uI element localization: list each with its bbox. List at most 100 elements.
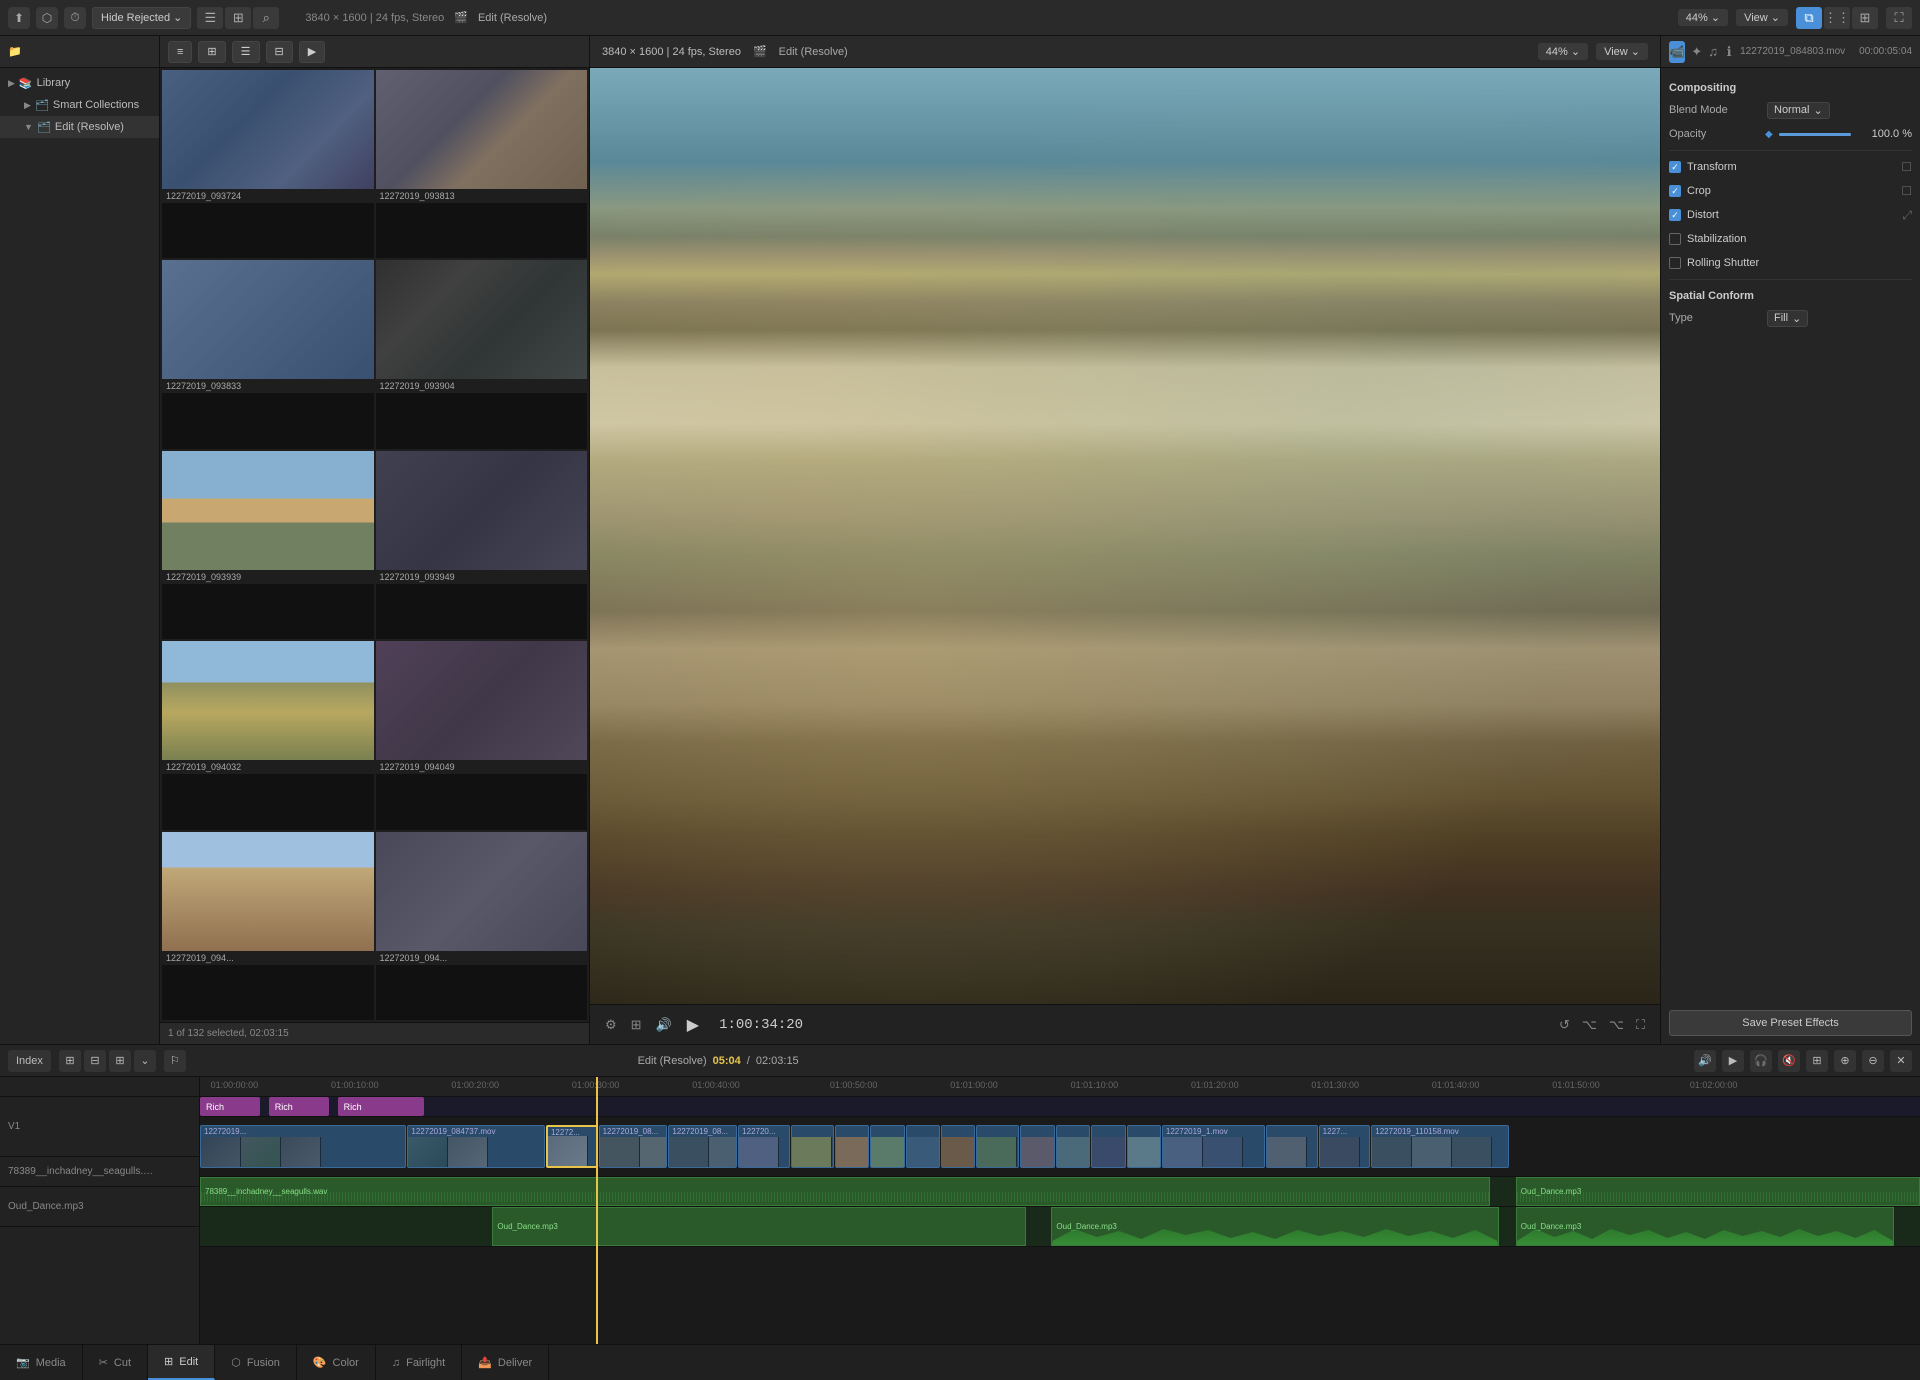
save-preset-btn[interactable]: Save Preset Effects <box>1669 1010 1912 1036</box>
zoom-level-btn[interactable]: 44% ⌄ <box>1678 9 1728 26</box>
clip-item[interactable]: 12272019_094032 <box>162 641 374 829</box>
video-clip[interactable] <box>906 1125 940 1168</box>
viewer-zoom-btn[interactable]: 44% ⌄ <box>1538 43 1588 60</box>
library-item[interactable]: ▶ 📚 Library <box>0 72 159 94</box>
tl-view-btn2[interactable]: ⊟ <box>84 1050 106 1072</box>
fullscreen-icon[interactable]: ⛶ <box>1633 1014 1648 1036</box>
index-btn[interactable]: Index <box>8 1050 51 1072</box>
tl-dropdown-btn[interactable]: ⌄ <box>134 1050 156 1072</box>
tab-color[interactable]: 🎨 Color <box>297 1345 376 1380</box>
distort-checkbox[interactable]: ✓ <box>1669 209 1681 221</box>
clip-item[interactable]: 12272019_094049 <box>376 641 588 829</box>
smart-collections-item[interactable]: ▶ 🗂 Smart Collections <box>0 94 159 116</box>
crop-checkbox[interactable]: ✓ <box>1669 185 1681 197</box>
transform-btn[interactable]: ⊞ <box>1852 7 1878 29</box>
tab-deliver[interactable]: 📤 Deliver <box>462 1345 549 1380</box>
loop-icon[interactable]: ↺ <box>1556 1014 1573 1036</box>
clip-item[interactable]: 12272019_093813 <box>376 70 588 258</box>
video-clip[interactable]: 12272019_08... <box>599 1125 668 1168</box>
video-clip[interactable] <box>870 1125 904 1168</box>
edit-resolve-item[interactable]: ▼ 🗂 Edit (Resolve) <box>0 116 159 138</box>
transform-checkbox[interactable]: ✓ <box>1669 161 1681 173</box>
clip-item[interactable]: 12272019_093833 <box>162 260 374 448</box>
opacity-slider[interactable] <box>1779 133 1851 136</box>
media-icon[interactable]: ⬡ <box>36 7 58 29</box>
video-clip[interactable] <box>1091 1125 1125 1168</box>
crop-expand-icon[interactable]: ☐ <box>1901 184 1912 198</box>
oud-dance-clip2[interactable]: Oud_Dance.mp3 <box>1051 1207 1498 1246</box>
video-clip[interactable]: 12272019_084737.mov <box>407 1125 545 1168</box>
tl-view-btn1[interactable]: ⊞ <box>59 1050 81 1072</box>
hide-rejected-btn[interactable]: Hide Rejected ⌄ <box>92 7 191 29</box>
back-icon[interactable]: ⬆ <box>8 7 30 29</box>
info-inspector-btn[interactable]: ℹ <box>1724 41 1734 63</box>
video-clip[interactable]: 122720... <box>738 1125 790 1168</box>
tl-view-btn3[interactable]: ⊞ <box>109 1050 131 1072</box>
label-clip-rich2[interactable]: Rich <box>269 1097 329 1116</box>
video-clip[interactable] <box>1020 1125 1054 1168</box>
distort-expand-icon[interactable]: ⤢ <box>1902 208 1912 223</box>
video-clip[interactable] <box>941 1125 975 1168</box>
tl-headphone-btn[interactable]: 🎧 <box>1750 1050 1772 1072</box>
transform-icon[interactable]: ⊞ <box>628 1014 645 1036</box>
video-clip[interactable]: 12272019_110158.mov <box>1371 1125 1509 1168</box>
clip-item[interactable]: 12272019_093724 <box>162 70 374 258</box>
clip-item[interactable]: 12272019_093904 <box>376 260 588 448</box>
mark-in-icon[interactable]: ⌥ <box>1579 1014 1600 1036</box>
clip-item[interactable]: 12272019_093949 <box>376 451 588 639</box>
video-clip[interactable]: 12272019_1.mov <box>1162 1125 1265 1168</box>
video-clip-selected[interactable]: 12272... <box>546 1125 598 1168</box>
list-view-btn[interactable]: ☰ <box>197 7 223 29</box>
video-clip[interactable]: 1227... <box>1319 1125 1371 1168</box>
audio-icon[interactable]: 🔊 <box>653 1014 675 1036</box>
clip-item[interactable]: 12272019_094... <box>376 832 588 1020</box>
tab-fusion[interactable]: ⬡ Fusion <box>215 1345 297 1380</box>
stabilization-checkbox[interactable] <box>1669 233 1681 245</box>
tl-mute-btn[interactable]: 🔇 <box>1778 1050 1800 1072</box>
video-clip[interactable] <box>976 1125 1019 1168</box>
viewer-view-btn[interactable]: View ⌄ <box>1596 43 1648 60</box>
clip-item[interactable]: 12272019_093939 <box>162 451 374 639</box>
video-clip[interactable]: 12272019_08... <box>668 1125 737 1168</box>
tl-audio-btn[interactable]: 🔊 <box>1694 1050 1716 1072</box>
tab-fairlight[interactable]: ♫ Fairlight <box>376 1345 462 1380</box>
tl-play-btn[interactable]: ▶ <box>1722 1050 1744 1072</box>
inspector-btn[interactable]: ⧉ <box>1796 7 1822 29</box>
effects-btn[interactable]: ⋮⋮ <box>1824 7 1850 29</box>
tl-zoom-out[interactable]: ⊖ <box>1862 1050 1884 1072</box>
oud-dance-clip1[interactable]: Oud_Dance.mp3 <box>492 1207 1025 1246</box>
audio-clip[interactable]: 78389__inchadney__seagulls.wav <box>200 1177 1490 1206</box>
audio-clip[interactable]: Oud_Dance.mp3 <box>1516 1177 1920 1206</box>
video-clip[interactable] <box>835 1125 869 1168</box>
filter-btn[interactable]: ▶ <box>299 41 325 63</box>
fullscreen-toggle[interactable]: ⛶ <box>1886 7 1912 29</box>
video-clip[interactable] <box>1127 1125 1161 1168</box>
settings-icon[interactable]: ⚙ <box>602 1014 620 1036</box>
label-clip-rich1[interactable]: Rich <box>200 1097 260 1116</box>
metadata-view-btn[interactable]: ⊞ <box>225 7 251 29</box>
tab-edit[interactable]: ⊞ Edit <box>148 1345 215 1380</box>
list-btn[interactable]: ☰ <box>232 41 260 63</box>
audio-inspector-btn[interactable]: ♫ <box>1708 41 1718 63</box>
video-clip[interactable] <box>1056 1125 1090 1168</box>
blend-mode-dropdown[interactable]: Normal ⌄ <box>1767 102 1830 119</box>
fx-inspector-btn[interactable]: ✦ <box>1691 41 1702 63</box>
clip-item[interactable]: 12272019_094... <box>162 832 374 1020</box>
oud-dance-clip3[interactable]: Oud_Dance.mp3 <box>1516 1207 1894 1246</box>
rolling-shutter-checkbox[interactable] <box>1669 257 1681 269</box>
search-btn[interactable]: ⌕ <box>253 7 279 29</box>
tab-cut[interactable]: ✂ Cut <box>83 1345 148 1380</box>
video-inspector-btn[interactable]: 📹 <box>1669 41 1685 63</box>
tl-flag-btn[interactable]: ⚐ <box>164 1050 186 1072</box>
view-btn[interactable]: View ⌄ <box>1736 9 1788 26</box>
settings-icon[interactable]: ⏱ <box>64 7 86 29</box>
video-clip[interactable] <box>791 1125 834 1168</box>
tl-snapping-btn[interactable]: ⊞ <box>1806 1050 1828 1072</box>
sort-btn[interactable]: ≡ <box>168 41 192 63</box>
tl-more-btn[interactable]: ⊕ <box>1834 1050 1856 1072</box>
grid-btn[interactable]: ⊞ <box>198 41 225 63</box>
video-clip[interactable]: 12272019... <box>200 1125 406 1168</box>
transform-expand-icon[interactable]: ☐ <box>1901 160 1912 174</box>
tab-media[interactable]: 📷 Media <box>0 1345 83 1380</box>
video-clip[interactable] <box>1266 1125 1318 1168</box>
